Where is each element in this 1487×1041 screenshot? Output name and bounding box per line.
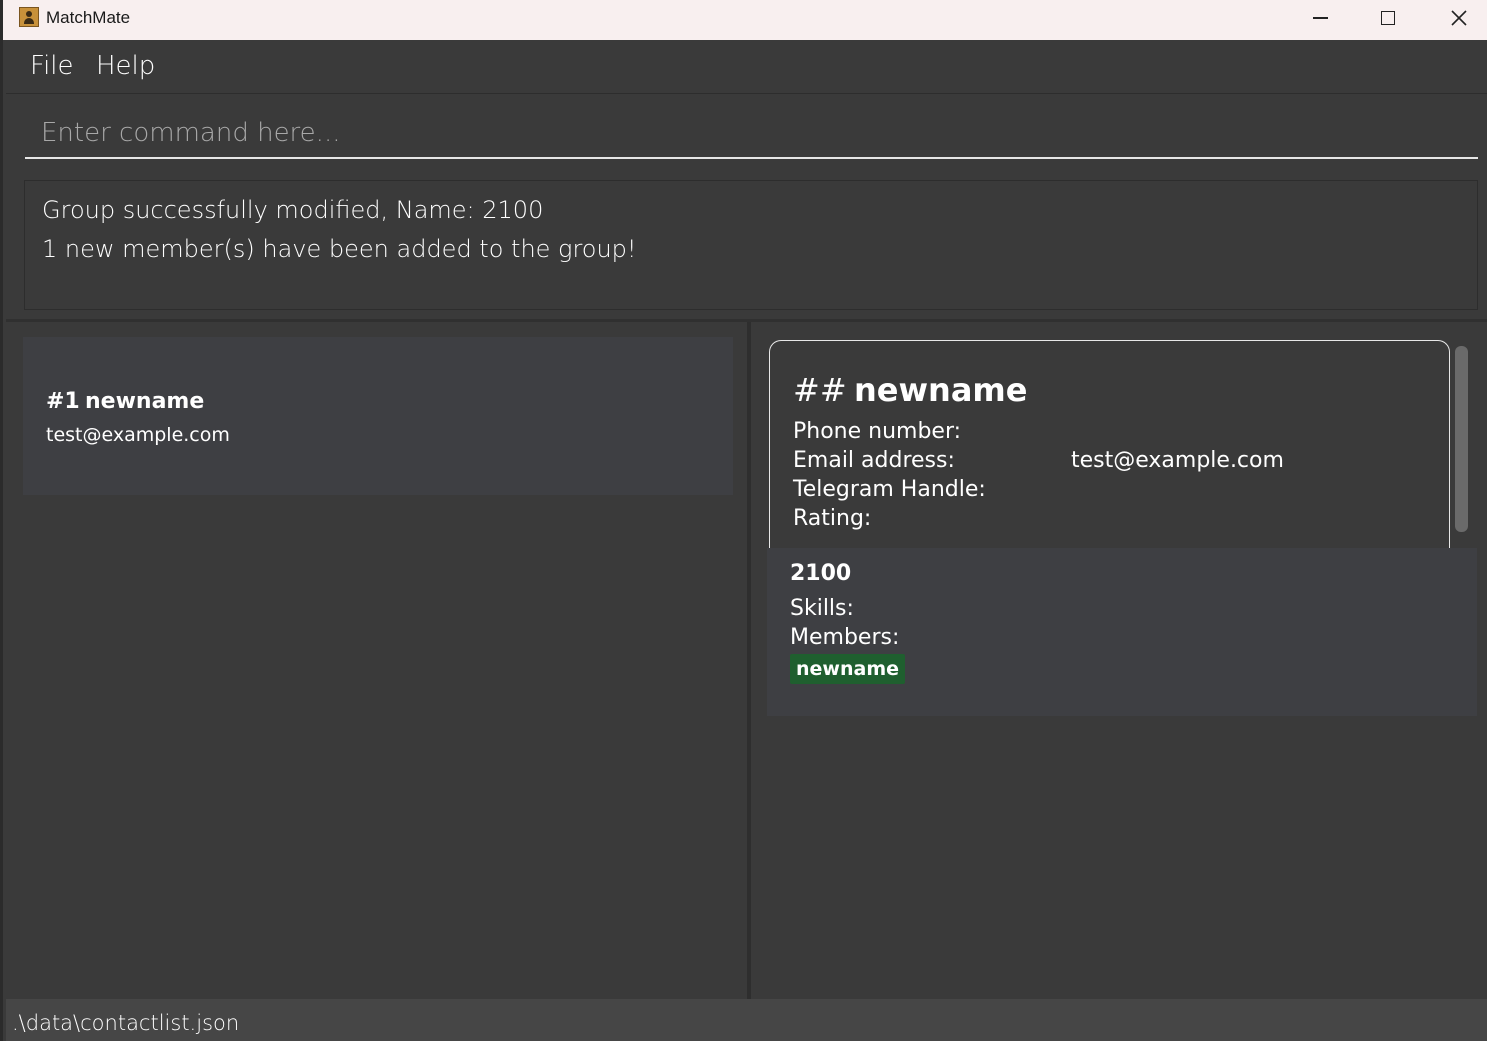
result-display[interactable]: Group successfully modified, Name: 2100 … xyxy=(24,180,1478,310)
rating-label: Rating: xyxy=(793,506,872,531)
window-title: MatchMate xyxy=(46,8,131,27)
group-members-label: Members: xyxy=(790,625,900,650)
menu-file[interactable]: File xyxy=(30,51,74,81)
detail-scrollbar[interactable] xyxy=(1455,346,1468,532)
command-input[interactable] xyxy=(25,108,1478,159)
minimize-icon xyxy=(1312,17,1328,19)
detail-panel: ## newname Phone number: Email address: … xyxy=(751,322,1487,999)
telegram-label: Telegram Handle: xyxy=(793,477,986,502)
member-tag: newname xyxy=(790,654,905,684)
contact-email: test@example.com xyxy=(46,424,230,446)
group-skills-label: Skills: xyxy=(790,596,854,621)
group-name: 2100 xyxy=(790,561,852,586)
save-file-path: .\data\contactlist.json xyxy=(12,1011,240,1035)
menu-bar: File Help xyxy=(6,40,1487,94)
maximize-icon xyxy=(1381,11,1395,25)
maximize-button[interactable] xyxy=(1365,0,1411,36)
group-card[interactable]: 2100 Skills: Members: newname xyxy=(767,548,1477,716)
command-box xyxy=(6,94,1487,172)
status-bar: .\data\contactlist.json xyxy=(6,999,1487,1041)
app-icon xyxy=(19,7,39,27)
result-message-line-2: 1 new member(s) have been added to the g… xyxy=(42,235,637,263)
app-window: MatchMate File Help Group successfully m… xyxy=(0,0,1487,1041)
email-label: Email address: xyxy=(793,448,955,473)
contact-index: #1 xyxy=(46,389,80,414)
minimize-button[interactable] xyxy=(1297,0,1343,36)
phone-label: Phone number: xyxy=(793,419,962,444)
contact-detail-card: ## newname Phone number: Email address: … xyxy=(769,340,1450,550)
contact-name: newname xyxy=(85,389,205,414)
contact-list-panel: #1 newname test@example.com xyxy=(6,322,747,999)
menu-help[interactable]: Help xyxy=(96,51,155,81)
email-value: test@example.com xyxy=(1071,448,1284,473)
title-bar[interactable]: MatchMate xyxy=(3,0,1487,40)
detail-hash: ## xyxy=(793,371,847,409)
detail-name: newname xyxy=(854,371,1028,409)
contact-list-item[interactable]: #1 newname test@example.com xyxy=(23,337,733,495)
result-message-line-1: Group successfully modified, Name: 2100 xyxy=(42,196,544,224)
close-icon xyxy=(1451,10,1467,26)
close-button[interactable] xyxy=(1436,0,1482,36)
